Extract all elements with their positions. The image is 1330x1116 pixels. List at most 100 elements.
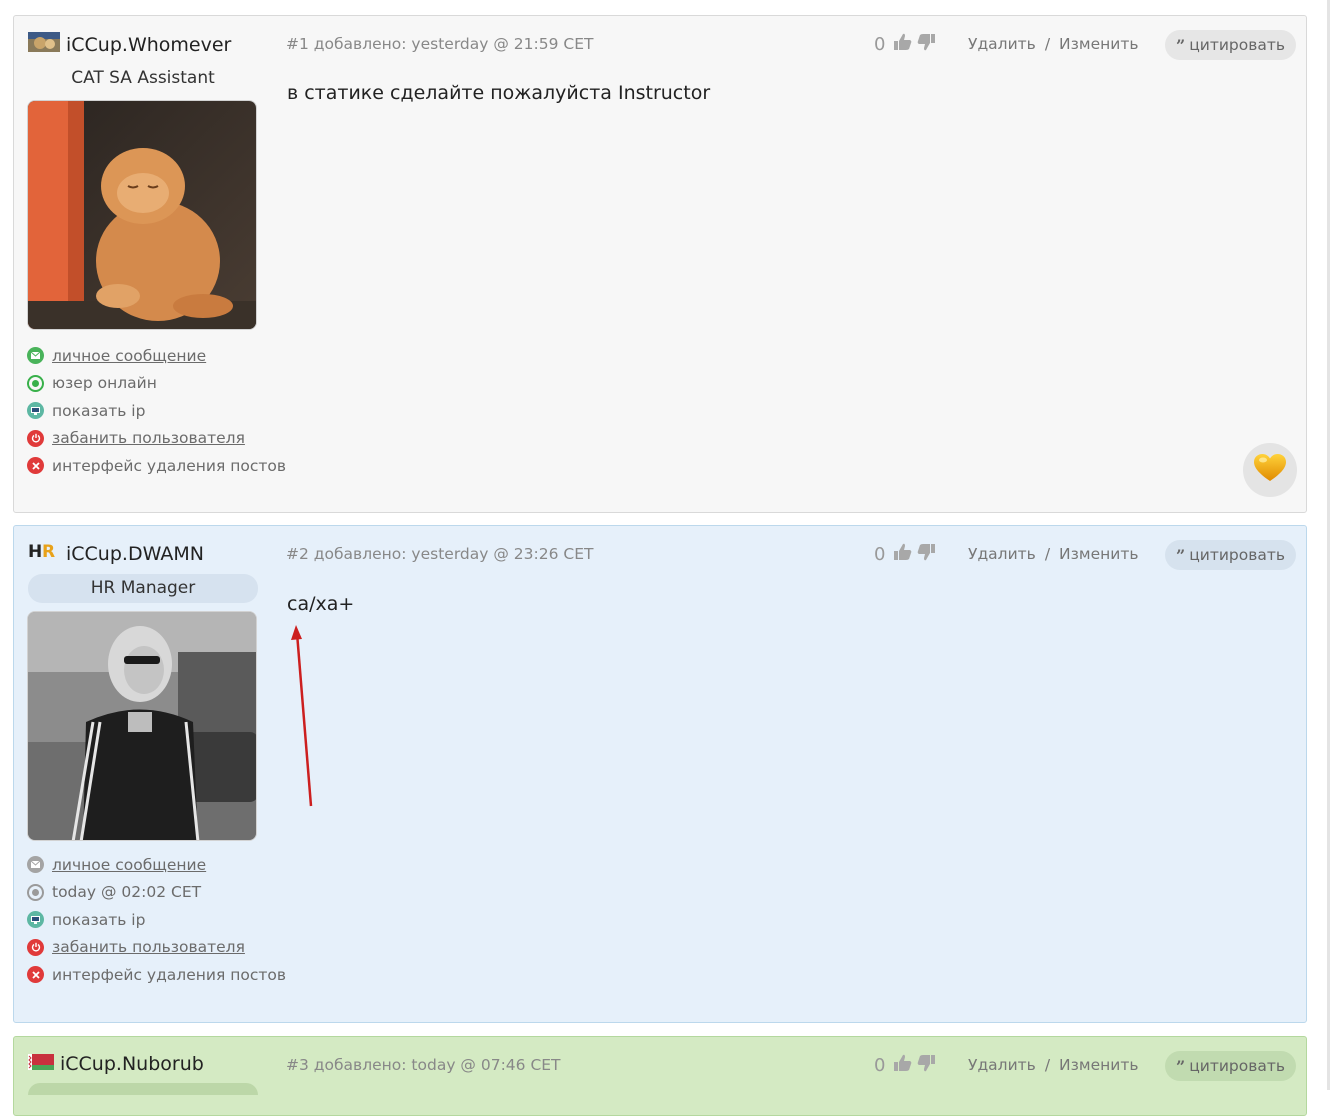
private-message-link[interactable]: личное сообщение — [27, 851, 286, 879]
thumbs-up-icon[interactable] — [893, 1054, 913, 1077]
delete-post-link[interactable]: Удалить — [968, 545, 1036, 563]
quote-icon: ” — [1176, 1056, 1186, 1076]
quote-label[interactable]: цитировать — [1189, 36, 1285, 54]
post-rating: 0 — [874, 33, 936, 56]
thumbs-down-icon[interactable] — [916, 33, 936, 56]
user-actions: личное сообщение today @ 02:02 CET показ… — [27, 851, 286, 989]
quote-button[interactable]: ” цитировать — [1165, 1051, 1297, 1081]
post-author[interactable]: H R iCCup.DWAMN — [28, 542, 204, 565]
show-ip-label[interactable]: показать ip — [52, 402, 145, 420]
post-meta: #3 добавлено: today @ 07:46 CET — [286, 1056, 561, 1074]
delete-posts-interface-link[interactable]: интерфейс удаления постов — [27, 452, 286, 480]
action-divider: / — [1044, 1056, 1051, 1074]
user-rank-pill — [28, 1083, 258, 1095]
post-actions: Удалить / Изменить — [968, 545, 1138, 563]
delete-post-link[interactable]: Удалить — [968, 1056, 1036, 1074]
edit-post-link[interactable]: Изменить — [1059, 545, 1138, 563]
monitor-icon — [27, 402, 44, 420]
vote-count: 0 — [874, 544, 886, 565]
private-message-label[interactable]: личное сообщение — [52, 856, 206, 874]
delete-posts-interface-label[interactable]: интерфейс удаления постов — [52, 457, 286, 475]
username[interactable]: iCCup.DWAMN — [66, 543, 204, 565]
post-time: today @ 07:46 CET — [411, 1056, 561, 1074]
private-message-link[interactable]: личное сообщение — [27, 342, 286, 370]
edit-post-link[interactable]: Изменить — [1059, 1056, 1138, 1074]
online-status-label: юзер онлайн — [52, 374, 157, 393]
edit-post-link[interactable]: Изменить — [1059, 35, 1138, 53]
offline-dot-icon — [27, 883, 44, 901]
post-actions: Удалить / Изменить — [968, 1056, 1138, 1074]
forum-post: iCCup.Nuborub #3 добавлено: today @ 07:4… — [13, 1036, 1307, 1116]
user-rank: CAT SA Assistant — [71, 68, 215, 88]
quote-button[interactable]: ” цитировать — [1165, 540, 1297, 570]
vote-count: 0 — [874, 1055, 886, 1076]
avatar — [27, 100, 257, 330]
user-rank: HR Manager — [28, 574, 258, 603]
post-number[interactable]: #1 — [286, 35, 309, 53]
quote-button[interactable]: ” цитировать — [1165, 30, 1297, 60]
quote-label[interactable]: цитировать — [1189, 546, 1285, 564]
quote-label[interactable]: цитировать — [1189, 1057, 1285, 1075]
delete-post-link[interactable]: Удалить — [968, 35, 1036, 53]
svg-text:R: R — [42, 542, 55, 560]
post-time: yesterday @ 21:59 CET — [411, 35, 594, 53]
show-ip-label[interactable]: показать ip — [52, 911, 145, 929]
added-label: добавлено: — [313, 1056, 407, 1074]
power-icon — [27, 429, 44, 447]
post-author[interactable]: iCCup.Whomever — [28, 32, 231, 57]
post-actions: Удалить / Изменить — [968, 35, 1138, 53]
username[interactable]: iCCup.Nuborub — [60, 1053, 204, 1075]
post-content: в статике сделайте пожалуйста Instructor — [287, 82, 711, 104]
post-meta: #2 добавлено: yesterday @ 23:26 CET — [286, 545, 593, 563]
vote-count: 0 — [874, 34, 886, 55]
post-number[interactable]: #2 — [286, 545, 309, 563]
forum-post: H R iCCup.DWAMN HR Manager личное сообще… — [13, 525, 1307, 1023]
quote-icon: ” — [1176, 545, 1186, 565]
username[interactable]: iCCup.Whomever — [66, 34, 231, 56]
ban-user-link[interactable]: забанить пользователя — [27, 425, 286, 453]
added-label: добавлено: — [313, 545, 407, 563]
user-actions: личное сообщение юзер онлайн показать ip… — [27, 342, 286, 480]
ban-user-label[interactable]: забанить пользователя — [52, 429, 245, 447]
action-divider: / — [1044, 35, 1051, 53]
post-content: ca/xa+ — [287, 593, 355, 615]
last-seen-label: today @ 02:02 CET — [52, 883, 202, 902]
post-meta: #1 добавлено: yesterday @ 21:59 CET — [286, 35, 593, 53]
ban-user-link[interactable]: забанить пользователя — [27, 934, 286, 962]
thumbs-down-icon[interactable] — [916, 543, 936, 566]
heart-icon — [1254, 454, 1286, 486]
thumbs-up-icon[interactable] — [893, 33, 913, 56]
post-number[interactable]: #3 — [286, 1056, 309, 1074]
post-author[interactable]: iCCup.Nuborub — [28, 1053, 204, 1075]
quote-icon: ” — [1176, 35, 1186, 55]
user-flag-icon — [28, 32, 60, 57]
added-label: добавлено: — [313, 35, 407, 53]
last-seen-status: today @ 02:02 CET — [27, 879, 286, 907]
envelope-icon — [27, 856, 44, 874]
delete-posts-interface-link[interactable]: интерфейс удаления постов — [27, 961, 286, 989]
post-time: yesterday @ 23:26 CET — [411, 545, 594, 563]
delete-posts-interface-label[interactable]: интерфейс удаления постов — [52, 966, 286, 984]
post-rating: 0 — [874, 1054, 936, 1077]
online-dot-icon — [27, 374, 44, 392]
monitor-icon — [27, 911, 44, 929]
ban-user-label[interactable]: забанить пользователя — [52, 938, 245, 956]
belarus-flag-icon — [28, 1053, 54, 1075]
private-message-label[interactable]: личное сообщение — [52, 347, 206, 365]
post-rating: 0 — [874, 543, 936, 566]
action-divider: / — [1044, 545, 1051, 563]
svg-text:H: H — [28, 542, 42, 560]
close-icon — [27, 457, 44, 475]
forum-post: iCCup.Whomever CAT SA Assistant личное с… — [13, 15, 1307, 513]
thumbs-up-icon[interactable] — [893, 543, 913, 566]
envelope-icon — [27, 347, 44, 365]
like-heart-button[interactable] — [1243, 443, 1297, 497]
annotation-arrow — [291, 625, 313, 807]
hr-logo-icon: H R — [28, 542, 60, 565]
show-ip-link[interactable]: показать ip — [27, 906, 286, 934]
close-icon — [27, 966, 44, 984]
thumbs-down-icon[interactable] — [916, 1054, 936, 1077]
show-ip-link[interactable]: показать ip — [27, 397, 286, 425]
power-icon — [27, 938, 44, 956]
avatar — [27, 611, 257, 841]
